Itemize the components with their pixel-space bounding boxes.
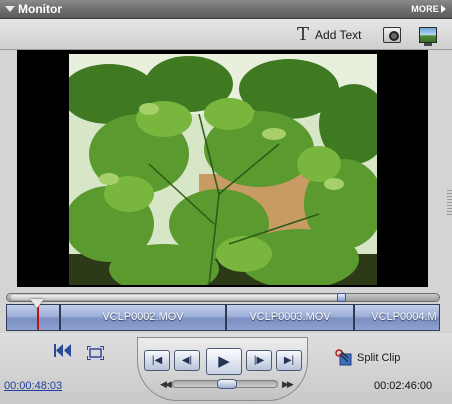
freeze-frame-icon[interactable] (383, 27, 401, 43)
clip-label: VCLP0002.MOV (102, 311, 184, 323)
go-to-start-of-clip-icon[interactable] (54, 344, 72, 357)
clip-label: VCLP0003.MOV (249, 311, 331, 323)
scrub-bar-fill (11, 295, 339, 300)
panel-titlebar: Monitor MORE (0, 0, 452, 19)
panel-title: Monitor (18, 2, 62, 16)
split-clip-button[interactable]: Split Clip (335, 349, 400, 366)
clip-item[interactable]: VCLP0002.MOV (61, 305, 227, 330)
total-duration: 00:02:46:00 (374, 380, 433, 392)
text-tool-icon: T (297, 24, 310, 45)
current-timecode[interactable]: 00:00:48:03 (4, 380, 62, 392)
playhead-handle[interactable] (30, 299, 44, 308)
video-frame-image (69, 54, 377, 285)
more-arrow-icon (441, 5, 446, 13)
step-forward-icon: |▶ (253, 355, 265, 366)
transport-controls-area: |◀ ◀| ▶ |▶ ▶| ◀◀ ▶▶ Split Clip 00:00:48:… (0, 333, 452, 404)
go-to-beginning-button[interactable]: |◀ (144, 350, 170, 371)
shuttle-rewind-icon: ◀◀ (160, 379, 172, 389)
go-to-end-icon: ▶| (283, 355, 295, 366)
step-back-icon: ◀| (181, 355, 193, 366)
resize-grip[interactable] (447, 190, 452, 216)
plant-leaves-image (69, 54, 377, 285)
fit-to-view-icon[interactable] (87, 346, 104, 360)
step-back-button[interactable]: ◀| (174, 350, 200, 371)
go-to-beginning-icon: |◀ (151, 355, 163, 366)
shuttle-forward-icon: ▶▶ (282, 379, 294, 389)
clip-item[interactable]: VCLP0003.MOV (227, 305, 355, 330)
more-menu-button[interactable]: MORE (411, 4, 446, 14)
transport-pod: |◀ ◀| ▶ |▶ ▶| ◀◀ ▶▶ (137, 337, 308, 401)
go-to-end-button[interactable]: ▶| (276, 350, 302, 371)
clip-strip: VCLP0002.MOV VCLP0003.MOV VCLP0004.M (6, 304, 440, 331)
shuttle-slider[interactable] (172, 379, 278, 389)
add-text-label: Add Text (315, 28, 362, 42)
play-icon: ▶ (218, 353, 230, 370)
video-viewer (17, 50, 428, 287)
monitor-toolbar: T Add Text (0, 19, 452, 50)
scissors-icon (335, 349, 352, 366)
shuttle-slider-handle[interactable] (217, 379, 237, 389)
add-text-button[interactable]: T Add Text (297, 26, 362, 44)
clip-previous[interactable] (7, 305, 61, 330)
play-button[interactable]: ▶ (206, 348, 242, 375)
step-forward-button[interactable]: |▶ (246, 350, 272, 371)
monitor-display-icon[interactable] (419, 27, 437, 46)
playhead-line[interactable] (37, 305, 39, 330)
timeline-scrub-bar[interactable] (6, 293, 440, 302)
panel-title-group[interactable]: Monitor (5, 2, 62, 16)
more-label: MORE (411, 4, 439, 14)
split-clip-label: Split Clip (357, 351, 401, 364)
scrub-bar-handle[interactable] (337, 293, 346, 302)
collapse-triangle-icon[interactable] (5, 6, 15, 12)
clip-item[interactable]: VCLP0004.M (355, 305, 439, 330)
clip-label: VCLP0004.M (371, 311, 437, 323)
